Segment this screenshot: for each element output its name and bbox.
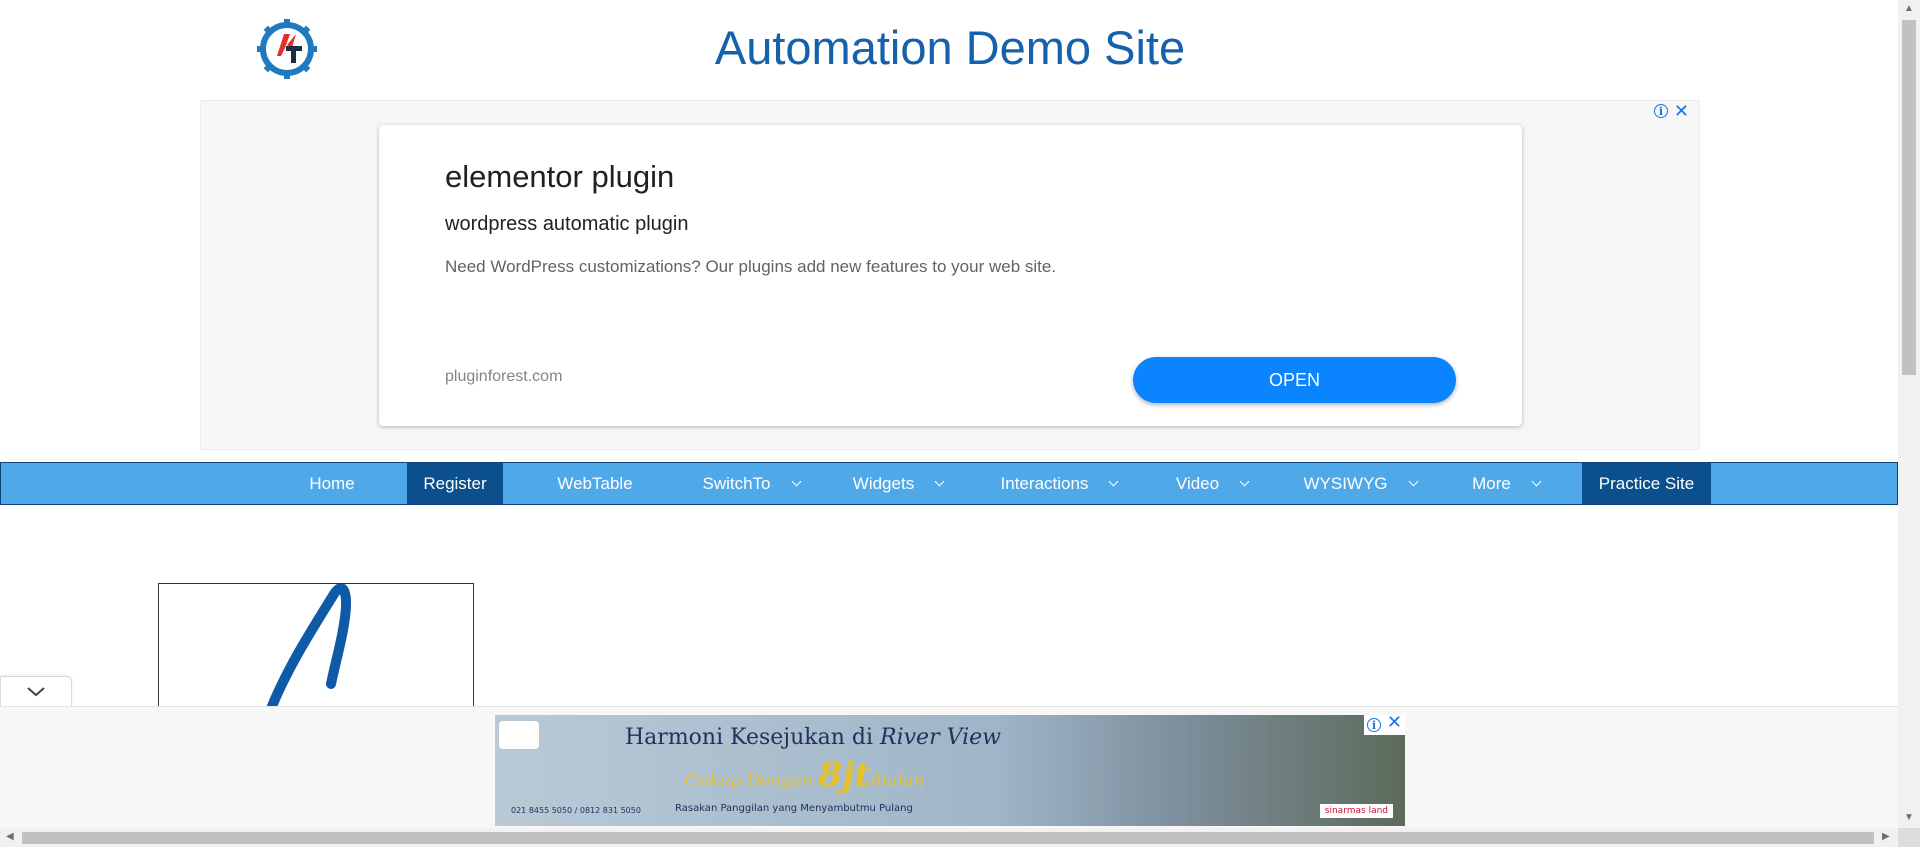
close-icon[interactable]: ✕: [1674, 102, 1689, 120]
ad-title[interactable]: elementor plugin: [445, 159, 674, 195]
ad-domain[interactable]: pluginforest.com: [445, 368, 562, 386]
nav-label: Register: [423, 473, 487, 493]
ad-choices[interactable]: i ✕: [1653, 102, 1689, 120]
developer-logo-icon: [499, 721, 539, 749]
scroll-down-icon[interactable]: ▼: [1904, 812, 1914, 823]
ad-subtitle: wordpress automatic plugin: [445, 213, 689, 235]
scroll-right-icon[interactable]: ▶: [1882, 831, 1890, 842]
chevron-down-icon: [27, 687, 45, 697]
scroll-up-icon[interactable]: ▲: [1904, 3, 1914, 14]
ad-card[interactable]: elementor plugin wordpress automatic plu…: [379, 125, 1522, 426]
bottom-ad-banner[interactable]: Harmoni Kesejukan di River View Cukup De…: [495, 715, 1405, 826]
nav-item-video[interactable]: Video: [1166, 463, 1258, 504]
banner-tagline: Rasakan Panggilan yang Menyambutmu Pulan…: [675, 803, 913, 814]
collapse-ad-button[interactable]: [0, 676, 72, 706]
nav-item-webtable[interactable]: WebTable: [545, 463, 645, 504]
page-title: Automation Demo Site: [714, 21, 1186, 74]
nav-item-home[interactable]: Home: [293, 463, 371, 504]
scrollbar-corner: [1898, 828, 1920, 847]
banner-offer: Cukup Dengan 8jt/bulan: [685, 755, 925, 795]
nav-item-more[interactable]: More: [1464, 463, 1548, 504]
main-nav: Home Register WebTable SwitchTo Widgets …: [0, 462, 1898, 505]
chevron-down-icon: [1531, 476, 1542, 486]
nav-label: Home: [309, 473, 355, 493]
ad-open-button[interactable]: OPEN: [1133, 357, 1456, 403]
vertical-scroll-thumb[interactable]: [1902, 20, 1916, 375]
chevron-down-icon: [1408, 476, 1418, 486]
close-icon[interactable]: ✕: [1387, 715, 1402, 735]
horizontal-scrollbar[interactable]: ◀ ▶: [0, 828, 1898, 847]
nav-item-interactions[interactable]: Interactions: [991, 463, 1127, 504]
nav-item-practice-site[interactable]: Practice Site: [1582, 463, 1711, 504]
ad-choices[interactable]: i ✕: [1363, 715, 1405, 735]
banner-headline: Harmoni Kesejukan di River View: [625, 725, 1001, 750]
chevron-down-icon: [1239, 476, 1250, 486]
chevron-down-icon: [1108, 476, 1119, 486]
banner-brand: sinarmas land: [1319, 804, 1393, 818]
signature-canvas[interactable]: [158, 583, 474, 713]
ad-description: Need WordPress customizations? Our plugi…: [445, 257, 1057, 276]
chevron-down-icon: [934, 476, 945, 486]
nav-item-widgets[interactable]: Widgets: [844, 463, 952, 504]
adchoices-info-icon[interactable]: i: [1653, 104, 1668, 118]
nav-label: WebTable: [557, 473, 633, 493]
nav-item-register[interactable]: Register: [407, 463, 503, 504]
horizontal-scroll-thumb[interactable]: [22, 832, 1874, 844]
nav-item-wysiwyg[interactable]: WYSIWYG: [1296, 463, 1424, 504]
signature-stroke-image: [264, 584, 351, 712]
nav-label: Widgets: [852, 473, 915, 493]
nav-label: SwitchTo: [702, 473, 771, 493]
bottom-ad-container: Harmoni Kesejukan di River View Cukup De…: [0, 706, 1898, 829]
scroll-left-icon[interactable]: ◀: [6, 831, 14, 842]
nav-label: WYSIWYG: [1303, 473, 1388, 493]
vertical-scrollbar[interactable]: ▲ ▼: [1898, 0, 1920, 828]
banner-phone: 021 8455 5050 / 0812 831 5050: [511, 806, 641, 815]
nav-label: Interactions: [1000, 473, 1089, 493]
chevron-down-icon: [791, 476, 801, 486]
top-ad-container: i ✕ elementor plugin wordpress automatic…: [200, 100, 1700, 450]
nav-label: Video: [1175, 473, 1220, 493]
nav-item-switchto[interactable]: SwitchTo: [691, 463, 811, 504]
nav-label: Practice Site: [1598, 473, 1695, 493]
nav-label: More: [1472, 473, 1511, 493]
adchoices-info-icon[interactable]: i: [1366, 718, 1381, 732]
